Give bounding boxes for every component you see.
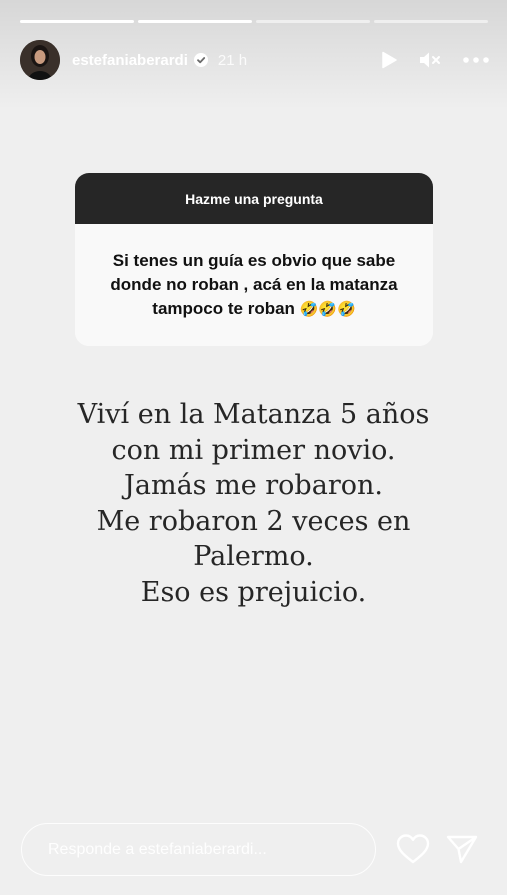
caption-line-1: Viví en la Matanza 5 años (77, 399, 430, 430)
laughing-emojis: 🤣🤣🤣 (299, 300, 356, 318)
progress-fill-2 (138, 20, 252, 23)
progress-fill-1 (20, 20, 134, 23)
progress-segment-3 (256, 20, 370, 23)
header-controls (381, 51, 489, 69)
progress-segment-1 (20, 20, 134, 23)
progress-segment-4 (374, 20, 488, 23)
mute-icon[interactable] (419, 51, 441, 69)
question-line-1: Si tenes un guía es obvio que sabe (112, 250, 396, 270)
reply-box[interactable] (21, 823, 376, 876)
verified-badge-icon (193, 53, 208, 67)
heart-icon[interactable] (396, 833, 430, 865)
caption-line-4: Me robaron 2 veces en (96, 505, 411, 537)
reply-input[interactable] (48, 840, 348, 859)
question-line-2: donde no roban , acá en la matanza (110, 274, 398, 294)
question-line-3: tampoco te roban (152, 298, 295, 318)
question-body: Si tenes un guía es obvio que sabe donde… (75, 224, 433, 346)
play-icon[interactable] (381, 51, 397, 69)
story-viewer: estefaniaberardi 21 h Hazme una pregunta… (0, 0, 507, 895)
username[interactable]: estefaniaberardi (72, 52, 188, 69)
story-caption: Viví en la Matanza 5 años con mi primer … (40, 397, 467, 610)
avatar[interactable] (20, 40, 60, 80)
caption-line-2: con mi primer novio. (111, 434, 396, 466)
caption-line-6: Eso es prejuicio. (140, 576, 367, 608)
story-progress (20, 20, 488, 23)
question-sticker[interactable]: Hazme una pregunta Si tenes un guía es o… (75, 173, 433, 346)
caption-line-3: Jamás me robaron. (124, 470, 383, 501)
caption-line-5: Palermo. (193, 541, 314, 572)
progress-segment-2 (138, 20, 252, 23)
more-icon[interactable] (463, 57, 489, 63)
story-header: estefaniaberardi 21 h (20, 40, 489, 80)
avatar-image (20, 40, 60, 80)
send-icon[interactable] (446, 834, 478, 864)
post-time: 21 h (217, 51, 248, 69)
question-header: Hazme una pregunta (75, 173, 433, 224)
